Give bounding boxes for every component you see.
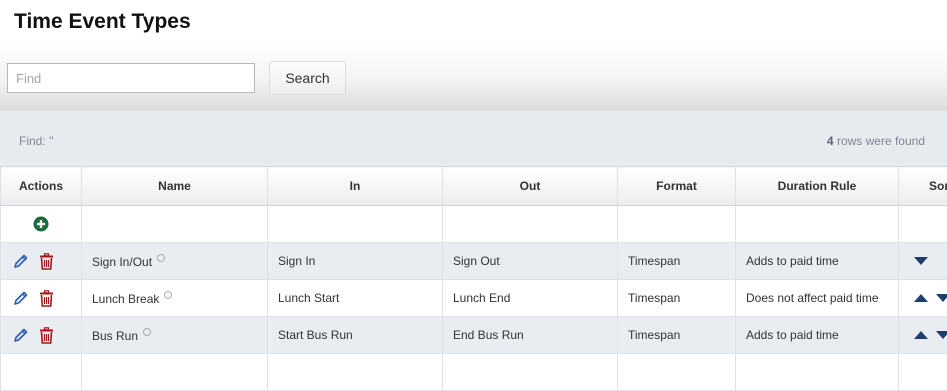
add-cell-empty — [82, 206, 268, 243]
cell-sort — [899, 317, 947, 354]
cell-format: Timespan — [618, 280, 736, 317]
add-cell-empty — [899, 206, 947, 243]
add-cell — [1, 206, 82, 243]
table-row: Lunch Break Lunch Start Lunch End Timesp… — [1, 280, 947, 317]
column-header-in[interactable]: In — [268, 167, 443, 206]
table-row: Bus Run Start Bus Run End Bus Run Timesp… — [1, 317, 947, 354]
trash-icon[interactable] — [39, 327, 54, 344]
page-title: Time Event Types — [14, 10, 191, 34]
arrow-up-icon[interactable] — [914, 331, 928, 339]
cell-name: Bus Run — [82, 317, 268, 354]
arrow-down-icon[interactable] — [936, 331, 947, 339]
cell-sort — [899, 280, 947, 317]
cell-out: End Bus Run — [443, 317, 618, 354]
pencil-icon[interactable] — [13, 290, 29, 306]
add-cell-empty — [268, 206, 443, 243]
row-actions — [1, 317, 82, 354]
arrow-up-icon[interactable] — [914, 294, 928, 302]
cell-format: Timespan — [618, 317, 736, 354]
pencil-icon[interactable] — [13, 253, 29, 269]
table-row: Sign In/Out Sign In Sign Out Timespan Ad… — [1, 243, 947, 280]
name-text: Bus Run — [92, 329, 138, 343]
cell-in: Lunch Start — [268, 280, 443, 317]
row-partial-cell — [443, 354, 618, 391]
cell-format: Timespan — [618, 243, 736, 280]
plus-circle-icon[interactable] — [33, 216, 49, 232]
column-header-name[interactable]: Name — [82, 167, 268, 206]
name-text: Lunch Break — [92, 292, 159, 306]
column-header-sort[interactable]: Sort — [899, 167, 947, 206]
cell-sort — [899, 243, 947, 280]
rows-found-label: rows were found — [834, 134, 925, 148]
add-cell-empty — [443, 206, 618, 243]
column-header-format[interactable]: Format — [618, 167, 736, 206]
add-cell-empty — [736, 206, 899, 243]
gear-icon[interactable] — [143, 328, 151, 336]
search-button[interactable]: Search — [269, 61, 346, 95]
row-partial-cell — [82, 354, 268, 391]
cell-duration-rule: Adds to paid time — [736, 243, 899, 280]
rows-found-text: 4 rows were found — [827, 134, 925, 148]
column-header-out[interactable]: Out — [443, 167, 618, 206]
time-event-types-table: Actions Name In Out Format Duration Rule… — [0, 166, 947, 391]
cell-name: Sign In/Out — [82, 243, 268, 280]
table-row — [1, 354, 947, 391]
name-text: Sign In/Out — [92, 255, 152, 269]
row-actions — [1, 243, 82, 280]
row-partial-cell — [268, 354, 443, 391]
cell-in: Sign In — [268, 243, 443, 280]
row-partial-cell — [1, 354, 82, 391]
column-header-actions: Actions — [1, 167, 82, 206]
row-actions — [1, 280, 82, 317]
arrow-down-icon[interactable] — [914, 257, 928, 265]
gear-icon[interactable] — [157, 254, 165, 262]
pencil-icon[interactable] — [13, 327, 29, 343]
rows-count: 4 — [827, 134, 834, 148]
add-cell-empty — [618, 206, 736, 243]
cell-out: Sign Out — [443, 243, 618, 280]
search-input[interactable] — [7, 63, 255, 93]
column-header-duration-rule[interactable]: Duration Rule — [736, 167, 899, 206]
add-row — [1, 206, 947, 243]
cell-out: Lunch End — [443, 280, 618, 317]
table-header-row: Actions Name In Out Format Duration Rule… — [1, 167, 947, 206]
cell-name: Lunch Break — [82, 280, 268, 317]
cell-duration-rule: Adds to paid time — [736, 317, 899, 354]
trash-icon[interactable] — [39, 290, 54, 307]
cell-duration-rule: Does not affect paid time — [736, 280, 899, 317]
trash-icon[interactable] — [39, 253, 54, 270]
find-query-text: Find: '' — [19, 134, 54, 148]
cell-in: Start Bus Run — [268, 317, 443, 354]
results-info-bar — [0, 111, 947, 167]
arrow-down-icon[interactable] — [936, 294, 947, 302]
row-partial-cell — [618, 354, 736, 391]
gear-icon[interactable] — [164, 291, 172, 299]
row-partial-cell — [899, 354, 947, 391]
row-partial-cell — [736, 354, 899, 391]
